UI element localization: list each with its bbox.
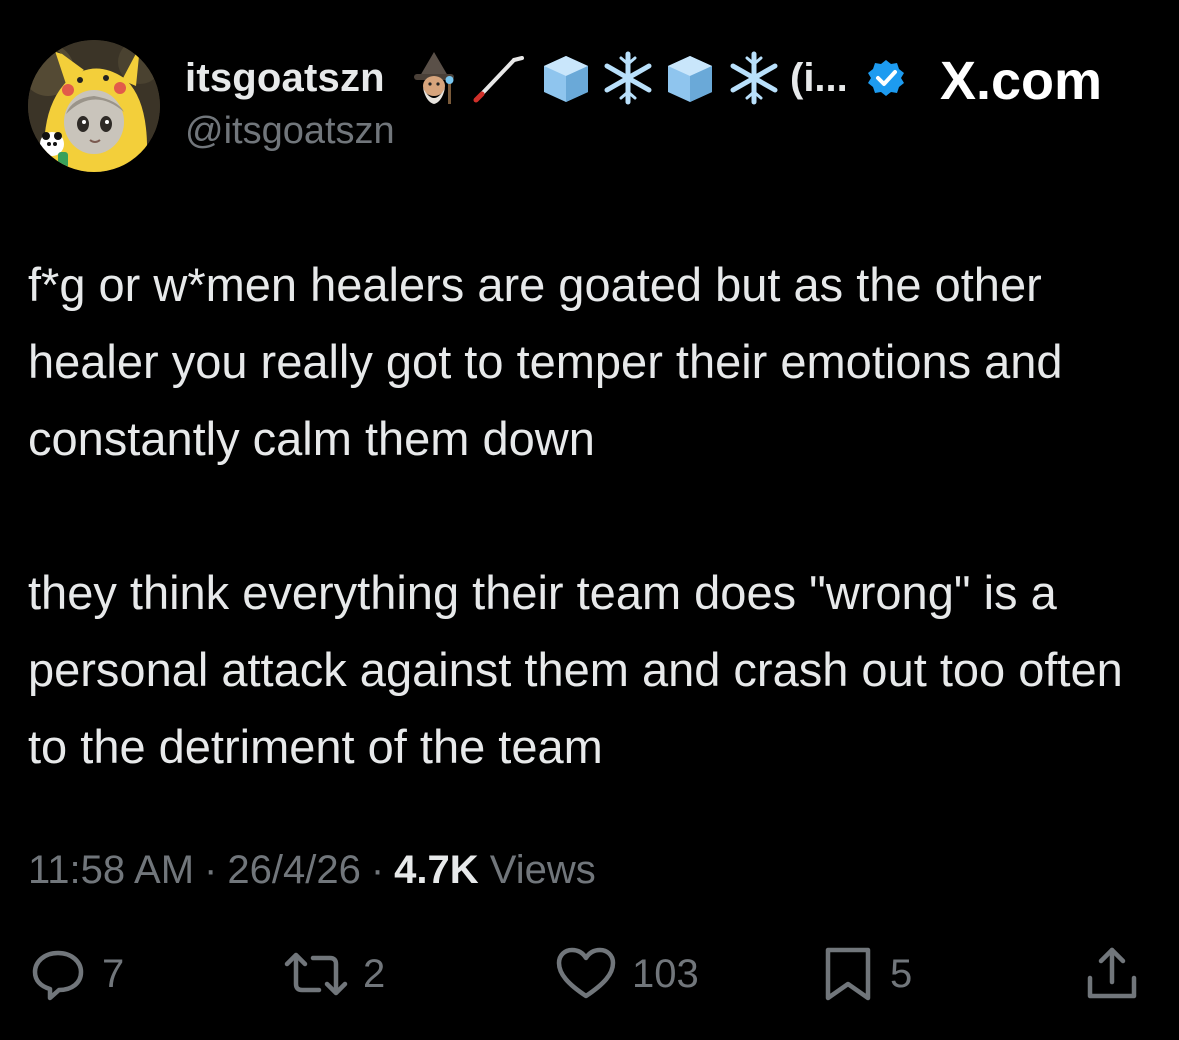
display-name[interactable]: itsgoatszn xyxy=(185,56,385,101)
tweet-meta: 11:58 AM · 26/4/26 · 4.7K Views xyxy=(28,848,596,893)
tweet-time[interactable]: 11:58 AM xyxy=(28,848,194,892)
avatar[interactable] xyxy=(28,40,160,172)
snowflake-icon xyxy=(600,50,656,111)
heart-icon xyxy=(556,947,616,999)
like-button[interactable]: 103 xyxy=(554,944,699,1004)
site-watermark: X.com xyxy=(940,51,1103,111)
bookmark-count: 5 xyxy=(890,951,913,996)
meta-separator: · xyxy=(204,848,218,892)
like-count: 103 xyxy=(632,951,699,996)
tweet-paragraph: they think everything their team does "w… xyxy=(28,566,1123,773)
meta-separator: · xyxy=(370,848,385,892)
repost-icon xyxy=(284,952,348,996)
display-name-truncated[interactable]: (i... xyxy=(790,56,848,101)
verified-badge-icon xyxy=(868,60,904,96)
views-label: Views xyxy=(489,848,596,892)
reply-icon xyxy=(32,950,84,1001)
share-button[interactable] xyxy=(1082,944,1142,1004)
tweet-date[interactable]: 26/4/26 xyxy=(227,848,360,892)
repost-button[interactable]: 2 xyxy=(283,944,385,1004)
tweet-card: itsgoatszn (i... X.com @itsgoatszn f*g o… xyxy=(0,0,1179,1040)
tweet-paragraph: f*g or w*men healers are goated but as t… xyxy=(28,258,1063,465)
bookmark-icon xyxy=(825,947,871,1001)
views-count: 4.7K xyxy=(394,848,479,892)
user-handle[interactable]: @itsgoatszn xyxy=(185,110,395,153)
ice-cube-icon xyxy=(540,50,592,111)
reply-count: 7 xyxy=(102,951,125,996)
ice-cube-icon xyxy=(664,50,716,111)
bookmark-button[interactable]: 5 xyxy=(820,944,912,1004)
reply-button[interactable]: 7 xyxy=(28,944,124,1004)
white-cane-icon xyxy=(470,50,530,111)
avatar-image xyxy=(28,40,160,172)
tweet-text: f*g or w*men healers are goated but as t… xyxy=(28,246,1138,785)
share-icon xyxy=(1087,947,1137,999)
repost-count: 2 xyxy=(363,951,386,996)
mage-emoji-icon xyxy=(408,50,460,111)
snowflake-icon xyxy=(726,50,782,111)
